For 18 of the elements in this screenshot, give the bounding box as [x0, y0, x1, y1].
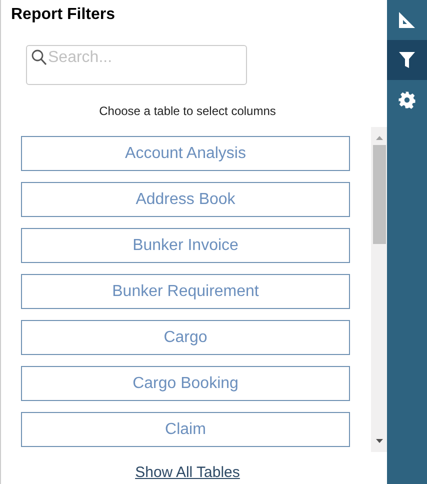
scrollbar-thumb[interactable]	[372, 145, 386, 244]
search-icon	[31, 49, 47, 66]
panel-title: Report Filters	[11, 5, 116, 25]
table-button[interactable]: Account Analysis	[21, 136, 350, 171]
search-field[interactable]: Search...	[26, 45, 247, 85]
instruction-text: Choose a table to select columns	[98, 103, 277, 119]
table-button[interactable]: Bunker Invoice	[21, 228, 350, 263]
table-button[interactable]: Bunker Requirement	[21, 274, 350, 309]
table-button[interactable]: Cargo Booking	[21, 366, 350, 401]
scroll-down-icon[interactable]	[376, 438, 382, 442]
table-button[interactable]: Claim	[21, 412, 350, 447]
show-all-tables-link[interactable]: Show All Tables	[135, 462, 240, 484]
sidebar-tab[interactable]	[387, 40, 427, 80]
scrollbar[interactable]	[371, 127, 387, 452]
table-button[interactable]: Address Book	[21, 182, 350, 217]
settings-icon	[398, 91, 416, 109]
filter-icon	[399, 51, 415, 69]
table-button[interactable]: Cargo	[21, 320, 350, 355]
